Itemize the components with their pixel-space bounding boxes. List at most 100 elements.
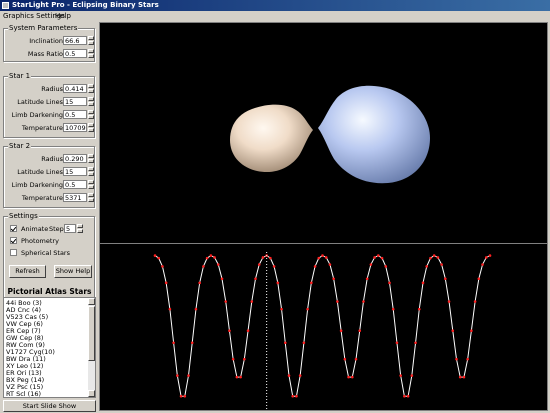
step-spinner[interactable] xyxy=(77,224,83,233)
light-curve-point xyxy=(302,341,306,345)
spin-up-icon[interactable] xyxy=(88,84,94,88)
star1-latitude-spinner[interactable] xyxy=(88,97,94,106)
light-curve-point xyxy=(157,256,161,260)
star-system-view[interactable] xyxy=(99,22,548,244)
star2-temperature-spinner[interactable] xyxy=(88,193,94,202)
spin-down-icon[interactable] xyxy=(88,159,94,163)
secondary-star xyxy=(230,104,313,173)
light-curve-point xyxy=(202,265,205,268)
light-curve-point xyxy=(254,277,257,281)
star1-limb-spinner[interactable] xyxy=(88,110,94,119)
mass-ratio-spinner[interactable] xyxy=(88,49,94,58)
star2-latitude-input[interactable]: 15 xyxy=(63,167,87,176)
star1-radius-input[interactable]: 0.414 xyxy=(63,84,87,93)
refresh-button[interactable]: Refresh xyxy=(9,265,46,278)
spin-down-icon[interactable] xyxy=(88,185,94,189)
spin-down-icon[interactable] xyxy=(88,54,94,58)
star2-radius-spinner[interactable] xyxy=(88,154,94,163)
light-curve-view[interactable] xyxy=(99,243,548,411)
star1-latitude-row: Latitude Lines 15 xyxy=(4,97,96,107)
spin-up-icon[interactable] xyxy=(88,110,94,114)
inclination-input[interactable]: 66.6 xyxy=(63,36,87,45)
light-curve-point xyxy=(421,281,425,285)
spin-up-icon[interactable] xyxy=(88,97,94,101)
atlas-stars-list[interactable]: 44i Boo (3) AD Cnc (4) V523 Cas (5) VW Cep … xyxy=(3,297,96,398)
spin-down-icon[interactable] xyxy=(88,198,94,202)
spin-down-icon[interactable] xyxy=(88,172,94,176)
light-curve-point xyxy=(436,256,440,259)
light-curve-point xyxy=(291,394,295,398)
start-slide-show-button[interactable]: Start Slide Show xyxy=(3,400,96,412)
light-curve-point xyxy=(224,300,228,303)
spin-down-icon[interactable] xyxy=(88,128,94,132)
light-curve-point xyxy=(369,263,373,266)
light-curve-point xyxy=(358,329,362,333)
light-curve-point xyxy=(276,281,280,285)
spin-down-icon[interactable] xyxy=(88,102,94,106)
spin-up-icon[interactable] xyxy=(77,224,83,228)
star2-temperature-input[interactable]: 5371 xyxy=(63,193,87,202)
step-input[interactable]: 5 xyxy=(64,224,76,233)
light-curve-point xyxy=(306,307,309,311)
star1-limb-row: Limb Darkening 0.5 xyxy=(4,110,96,120)
show-help-button[interactable]: Show Help xyxy=(54,265,92,278)
light-curve-point xyxy=(209,254,213,257)
scroll-up-icon[interactable] xyxy=(88,298,95,305)
light-curve-point xyxy=(213,256,216,259)
star2-limb-label: Limb Darkening xyxy=(11,181,63,189)
spin-up-icon[interactable] xyxy=(88,193,94,197)
star1-temperature-input[interactable]: 10709 xyxy=(63,123,87,132)
light-curve-point xyxy=(455,357,458,361)
scroll-down-icon[interactable] xyxy=(88,390,95,397)
star1-radius-spinner[interactable] xyxy=(88,84,94,93)
star2-limb-spinner[interactable] xyxy=(88,180,94,189)
star2-latitude-spinner[interactable] xyxy=(88,167,94,176)
menu-help[interactable]: Help xyxy=(55,12,71,20)
spin-up-icon[interactable] xyxy=(88,36,94,40)
star2-limb-input[interactable]: 0.5 xyxy=(63,180,87,189)
mass-ratio-input[interactable]: 0.5 xyxy=(63,49,87,58)
star2-latitude-label: Latitude Lines xyxy=(17,168,63,176)
mass-ratio-row: Mass Ratio 0.5 xyxy=(4,49,96,59)
inclination-spinner[interactable] xyxy=(88,36,94,45)
light-curve-point xyxy=(451,329,455,333)
atlas-scrollbar[interactable] xyxy=(88,298,95,397)
spin-up-icon[interactable] xyxy=(88,49,94,53)
spin-down-icon[interactable] xyxy=(88,89,94,93)
scroll-thumb[interactable] xyxy=(88,306,95,361)
spin-down-icon[interactable] xyxy=(88,115,94,119)
star1-latitude-input[interactable]: 15 xyxy=(63,97,87,106)
atlas-list-item[interactable]: RT Scl (16) xyxy=(6,390,41,397)
light-curve-point xyxy=(298,374,302,377)
animate-checkbox[interactable] xyxy=(10,225,17,232)
atlas-title: Pictorial Atlas Stars xyxy=(7,287,92,296)
spin-up-icon[interactable] xyxy=(88,180,94,184)
light-curve-point xyxy=(272,265,276,268)
light-curve-point xyxy=(488,254,492,257)
star2-group: Star 2 Radius 0.290 Latitude Lines 15 Li… xyxy=(3,142,95,208)
light-curve-point xyxy=(339,329,343,333)
light-curve-point xyxy=(246,329,250,333)
spherical-stars-label: Spherical Stars xyxy=(21,249,70,257)
light-curve-point xyxy=(473,300,477,303)
star1-radius-row: Radius 0.414 xyxy=(4,84,96,94)
spin-up-icon[interactable] xyxy=(88,154,94,158)
spin-down-icon[interactable] xyxy=(77,229,83,233)
spin-up-icon[interactable] xyxy=(88,167,94,171)
spherical-stars-checkbox[interactable] xyxy=(10,249,17,256)
star1-limb-input[interactable]: 0.5 xyxy=(63,110,87,119)
title-bar: StarLight Pro - Eclipsing Binary Stars xyxy=(0,0,550,11)
photometry-checkbox[interactable] xyxy=(10,237,17,244)
light-curve-point xyxy=(432,254,436,257)
star1-temperature-spinner[interactable] xyxy=(88,123,94,132)
star2-radius-input[interactable]: 0.290 xyxy=(63,154,87,163)
light-curve-point xyxy=(328,263,332,266)
light-curve-point xyxy=(444,277,447,281)
light-curve-point xyxy=(235,375,239,379)
star2-radius-label: Radius xyxy=(41,155,63,163)
settings-legend: Settings xyxy=(8,212,39,220)
menu-bar: Graphics Settings Help xyxy=(0,11,550,21)
spin-up-icon[interactable] xyxy=(88,123,94,127)
light-curve-point xyxy=(373,256,376,259)
spin-down-icon[interactable] xyxy=(88,41,94,45)
